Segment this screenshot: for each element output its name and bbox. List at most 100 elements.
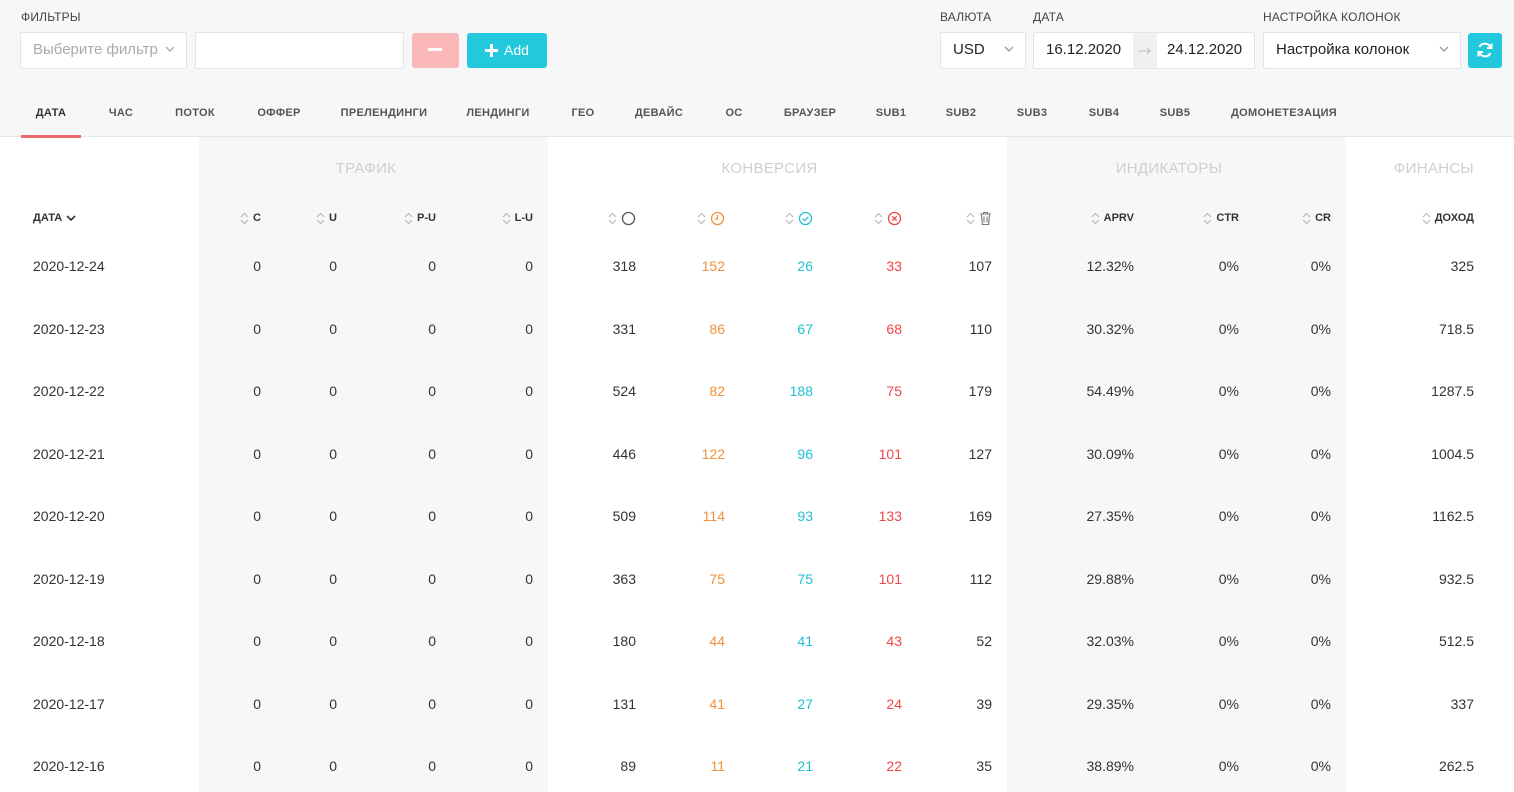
currency-select[interactable]: USD (940, 32, 1026, 69)
cell-pending: 122 (701, 446, 725, 462)
tab-sub3[interactable]: SUB3 (1009, 96, 1055, 136)
column-header-date[interactable]: ДАТА (33, 210, 76, 226)
filter-select[interactable]: Выберите фильтр (20, 32, 187, 69)
date-separator (1133, 33, 1157, 68)
tab-demonetization[interactable]: ДОМОНЕТЕЗАЦИЯ (1225, 96, 1343, 136)
cell-ctr: 0% (1218, 696, 1239, 712)
cell-u: 0 (329, 508, 337, 524)
tab-os[interactable]: ОС (716, 96, 752, 136)
columns-settings-label: НАСТРОЙКА КОЛОНОК (1263, 10, 1401, 24)
column-header-rejected[interactable] (874, 210, 902, 226)
cell-income: 932.5 (1438, 571, 1474, 587)
cell-lu: 0 (525, 446, 533, 462)
add-button-label: Add (504, 42, 529, 58)
column-header-pending[interactable] (697, 210, 725, 226)
cell-rejected: 33 (886, 258, 902, 274)
cell-approved: 21 (797, 758, 813, 774)
chevron-down-icon (1004, 46, 1014, 52)
cell-date: 2020-12-16 (33, 758, 105, 774)
date-to[interactable]: 24.12.2020 (1167, 33, 1242, 67)
filter-value-input[interactable] (195, 32, 404, 69)
sort-icon (1091, 212, 1104, 225)
cell-total: 318 (612, 258, 636, 274)
column-header-trash[interactable] (966, 210, 992, 226)
tab-device[interactable]: ДЕВАЙС (628, 96, 690, 136)
cell-c: 0 (253, 446, 261, 462)
cell-income: 718.5 (1438, 321, 1474, 337)
tab-date[interactable]: ДАТА (21, 96, 81, 138)
tab-sub2[interactable]: SUB2 (938, 96, 984, 136)
cell-total: 89 (620, 758, 636, 774)
remove-filter-button[interactable] (412, 33, 459, 68)
tab-prelandings[interactable]: ПРЕЛЕНДИНГИ (334, 96, 434, 136)
date-label: ДАТА (1033, 10, 1064, 24)
cell-ctr: 0% (1218, 571, 1239, 587)
cell-trash: 107 (968, 258, 992, 274)
column-header-aprv[interactable]: APRV (1091, 210, 1134, 226)
column-header-u[interactable]: U (316, 210, 337, 226)
cell-ctr: 0% (1218, 258, 1239, 274)
cell-total: 131 (612, 696, 636, 712)
sort-desc-icon (66, 214, 76, 221)
cell-pu: 0 (428, 508, 436, 524)
cell-pu: 0 (428, 571, 436, 587)
cell-lu: 0 (525, 383, 533, 399)
column-header-l-u[interactable]: L-U (502, 210, 533, 226)
circle-icon (621, 211, 636, 226)
columns-settings-select[interactable]: Настройка колонок (1263, 32, 1461, 69)
column-header-p-u[interactable]: P-U (404, 210, 436, 226)
date-from[interactable]: 16.12.2020 (1046, 33, 1121, 67)
cell-aprv: 29.35% (1086, 696, 1134, 712)
sort-icon (1422, 212, 1435, 225)
cell-pu: 0 (428, 446, 436, 462)
cell-rejected: 24 (886, 696, 902, 712)
tab-stream[interactable]: ПОТОК (167, 96, 223, 136)
column-header-p-u-label: P-U (417, 212, 436, 224)
tab-sub1[interactable]: SUB1 (868, 96, 914, 136)
cell-trash: 127 (968, 446, 992, 462)
cell-lu: 0 (525, 758, 533, 774)
cell-pu: 0 (428, 633, 436, 649)
refresh-icon (1477, 42, 1493, 58)
column-header-c[interactable]: C (240, 210, 261, 226)
column-header-cr[interactable]: CR (1302, 210, 1331, 226)
cell-aprv: 30.32% (1086, 321, 1134, 337)
cell-cr: 0% (1310, 508, 1331, 524)
tab-hour[interactable]: ЧАС (100, 96, 142, 136)
cell-u: 0 (329, 446, 337, 462)
column-header-approved[interactable] (785, 210, 813, 226)
cell-pending: 86 (709, 321, 725, 337)
cell-c: 0 (253, 321, 261, 337)
cell-income: 1162.5 (1432, 508, 1474, 524)
cell-trash: 169 (968, 508, 992, 524)
date-range-picker[interactable]: 16.12.2020 24.12.2020 (1033, 32, 1255, 69)
refresh-button[interactable] (1468, 33, 1502, 68)
cell-approved: 93 (797, 508, 813, 524)
cell-c: 0 (253, 696, 261, 712)
cell-total: 509 (612, 508, 636, 524)
cell-aprv: 32.03% (1086, 633, 1134, 649)
traffic-group-band (199, 137, 548, 792)
tab-geo[interactable]: ГЕО (563, 96, 603, 136)
cell-ctr: 0% (1218, 758, 1239, 774)
sort-icon (966, 212, 979, 225)
cell-approved: 75 (797, 571, 813, 587)
tab-sub4[interactable]: SUB4 (1081, 96, 1127, 136)
tab-browser[interactable]: БРАУЗЕР (777, 96, 843, 136)
sort-icon (502, 212, 515, 225)
currency-value: USD (953, 41, 985, 58)
cell-date: 2020-12-22 (33, 383, 105, 399)
tab-landings[interactable]: ЛЕНДИНГИ (460, 96, 536, 136)
column-header-total[interactable] (608, 210, 636, 226)
cell-trash: 39 (976, 696, 992, 712)
tab-sub5[interactable]: SUB5 (1152, 96, 1198, 136)
column-header-income[interactable]: ДОХОД (1422, 210, 1474, 226)
column-header-ctr[interactable]: CTR (1203, 210, 1239, 226)
cell-pending: 82 (709, 383, 725, 399)
column-header-l-u-label: L-U (514, 212, 533, 224)
cell-u: 0 (329, 383, 337, 399)
cell-ctr: 0% (1218, 633, 1239, 649)
check-circle-icon (798, 211, 813, 226)
tab-offer[interactable]: ОФФЕР (249, 96, 309, 136)
add-filter-button[interactable]: Add (467, 33, 547, 68)
